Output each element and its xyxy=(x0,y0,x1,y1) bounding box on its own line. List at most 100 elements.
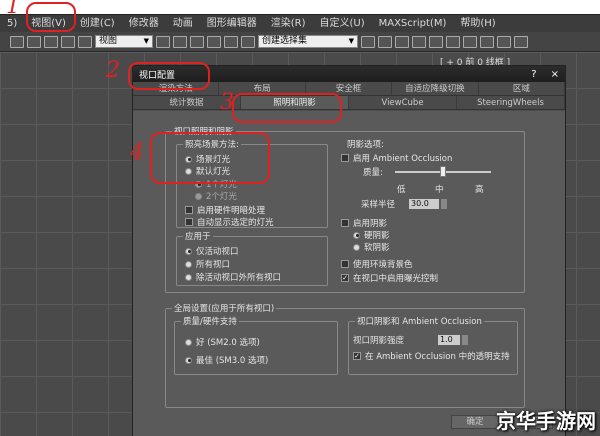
check-label: 在视口中启用曝光控制 xyxy=(353,274,439,284)
edit-named-selection-icon[interactable] xyxy=(241,35,255,48)
check-label: 自动显示选定的灯光 xyxy=(197,218,274,228)
chevron-down-icon: ▼ xyxy=(348,37,354,45)
viewport-ao-group: 视口阴影和 Ambient Occlusion 视口阴影强度 1.0 ✓ 在 Am… xyxy=(348,315,518,375)
shadow-intensity-spinner[interactable]: 1.0 xyxy=(438,335,469,345)
option-label: 软阴影 xyxy=(364,243,390,253)
select-icon[interactable] xyxy=(10,35,24,48)
render-icon[interactable] xyxy=(514,35,528,48)
auto-show-lights-check[interactable]: 自动显示选定的灯光 xyxy=(185,216,274,228)
menu-item-animation[interactable]: 动画 xyxy=(166,15,200,33)
annotation-4: 4 xyxy=(130,140,144,165)
active-viewport-option[interactable]: 仅活动视口 xyxy=(185,245,239,257)
ao-transparency-check[interactable]: ✓ 在 Ambient Occlusion 中的透明支持 xyxy=(353,350,510,362)
annotation-box-scene-lights xyxy=(150,132,270,184)
sample-radius-label: 采样半径 xyxy=(361,200,396,210)
checkbox-icon xyxy=(341,260,349,268)
mirror-icon[interactable] xyxy=(361,35,375,48)
option-label: 除活动视口外所有视口 xyxy=(196,273,282,283)
percent-snap-icon[interactable] xyxy=(207,35,221,48)
main-toolbar: 视图 ▼ 创建选择集 ▼ xyxy=(0,32,600,52)
radio-icon xyxy=(185,356,192,364)
quality-label: 质量: xyxy=(363,168,383,178)
hardware-support-legend: 质量/硬件支持 xyxy=(181,315,239,327)
annotation-box-view-menu xyxy=(26,2,76,32)
menu-item-customize[interactable]: 自定义(U) xyxy=(312,15,371,33)
menu-item-graph-editors[interactable]: 图形编辑器 xyxy=(200,15,264,33)
radio-icon xyxy=(185,273,192,281)
named-selection-select[interactable]: 创建选择集 ▼ xyxy=(258,35,358,48)
apply-to-group: 应用于 仅活动视口 所有视口 除活动视口外所有视口 xyxy=(176,230,328,286)
tick-mid: 中 xyxy=(435,185,444,195)
checkbox-icon xyxy=(185,206,193,214)
menu-item-maxscript[interactable]: MAXScript(M) xyxy=(372,15,454,33)
option-label: 最佳 (SM3.0 选项) xyxy=(196,356,269,366)
graphite-icon[interactable] xyxy=(412,35,426,48)
menu-item-modifiers[interactable]: 修改器 xyxy=(122,15,166,33)
rotate-icon[interactable] xyxy=(61,35,75,48)
snap-icon[interactable] xyxy=(173,35,187,48)
quality-slider-knob[interactable] xyxy=(440,166,446,177)
tab-adaptive-degradation[interactable]: 自适应降级切换 xyxy=(392,82,479,95)
watermark: 京华手游网 xyxy=(496,409,596,433)
annotation-2: 2 xyxy=(106,58,120,83)
curve-editor-icon[interactable] xyxy=(429,35,443,48)
best-sm3-option[interactable]: 最佳 (SM3.0 选项) xyxy=(185,354,268,366)
check-label: 启用阴影 xyxy=(353,219,388,229)
menu-item-create[interactable]: 创建(C) xyxy=(73,15,122,33)
annotation-3: 3 xyxy=(220,90,234,115)
checkbox-icon xyxy=(341,154,349,162)
radio-icon xyxy=(185,338,192,346)
two-lights-option[interactable]: 2个灯光 xyxy=(195,190,237,202)
viewport-ao-legend: 视口阴影和 Ambient Occlusion xyxy=(355,315,484,327)
ok-button[interactable]: 确定 xyxy=(451,415,499,429)
global-settings-legend: 全局设置(应用于所有视口) xyxy=(172,302,277,314)
angle-snap-icon[interactable] xyxy=(190,35,204,48)
help-button[interactable]: ? xyxy=(531,69,536,80)
shadow-enable-check[interactable]: 启用阴影 xyxy=(341,217,387,229)
spinner-arrows-icon[interactable] xyxy=(462,335,469,345)
scale-icon[interactable] xyxy=(78,35,92,48)
sample-radius-value[interactable]: 30.0 xyxy=(409,199,440,209)
render-frame-icon[interactable] xyxy=(497,35,511,48)
soft-shadow-option[interactable]: 软阴影 xyxy=(353,241,390,253)
hardware-support-group: 质量/硬件支持 好 (SM2.0 选项) 最佳 (SM3.0 选项) xyxy=(174,315,338,375)
move-icon[interactable] xyxy=(44,35,58,48)
tick-low: 低 xyxy=(397,185,406,195)
spinner-arrows-icon[interactable] xyxy=(441,199,448,209)
check-label: 启用硬件明暗处理 xyxy=(197,206,266,216)
named-selection-value: 创建选择集 xyxy=(262,36,308,46)
chevron-down-icon: ▼ xyxy=(143,37,149,45)
all-viewports-option[interactable]: 所有视口 xyxy=(185,258,230,270)
shadow-intensity-row: 视口阴影强度 1.0 xyxy=(353,334,469,346)
exposure-control-check[interactable]: ✓ 在视口中启用曝光控制 xyxy=(341,272,438,284)
good-sm2-option[interactable]: 好 (SM2.0 选项) xyxy=(185,336,260,348)
all-but-active-option[interactable]: 除活动视口外所有视口 xyxy=(185,271,281,283)
ao-enable-check[interactable]: 启用 Ambient Occlusion xyxy=(341,152,452,164)
shadow-options-legend: 阴影选项: xyxy=(345,138,386,150)
render-setup-icon[interactable] xyxy=(480,35,494,48)
spinner-snap-icon[interactable] xyxy=(224,35,238,48)
layer-icon[interactable] xyxy=(395,35,409,48)
reference-coord-value: 视图 xyxy=(99,36,118,46)
sample-radius-spinner[interactable]: 30.0 xyxy=(409,199,448,209)
pivot-icon[interactable] xyxy=(156,35,170,48)
tab-steeringwheels[interactable]: SteeringWheels xyxy=(457,96,565,109)
reference-coord-select[interactable]: 视图 ▼ xyxy=(95,35,153,48)
shadow-intensity-value[interactable]: 1.0 xyxy=(438,335,461,345)
tab-viewcube[interactable]: ViewCube xyxy=(349,96,457,109)
material-editor-icon[interactable] xyxy=(463,35,477,48)
env-background-check[interactable]: 使用环境背景色 xyxy=(341,258,413,270)
tab-regions[interactable]: 区域 xyxy=(479,82,566,95)
menu-item-rendering[interactable]: 渲染(R) xyxy=(264,15,313,33)
option-label: 硬阴影 xyxy=(364,231,390,241)
select-region-icon[interactable] xyxy=(27,35,41,48)
schematic-icon[interactable] xyxy=(446,35,460,48)
radio-icon xyxy=(185,260,192,268)
quality-slider[interactable] xyxy=(395,166,491,177)
align-icon[interactable] xyxy=(378,35,392,48)
hard-shadow-option[interactable]: 硬阴影 xyxy=(353,229,390,241)
menu-item-help[interactable]: 帮助(H) xyxy=(453,15,502,33)
hardware-shading-check[interactable]: 启用硬件明暗处理 xyxy=(185,204,265,216)
close-button[interactable]: × xyxy=(551,69,559,80)
checkbox-icon xyxy=(185,218,193,226)
